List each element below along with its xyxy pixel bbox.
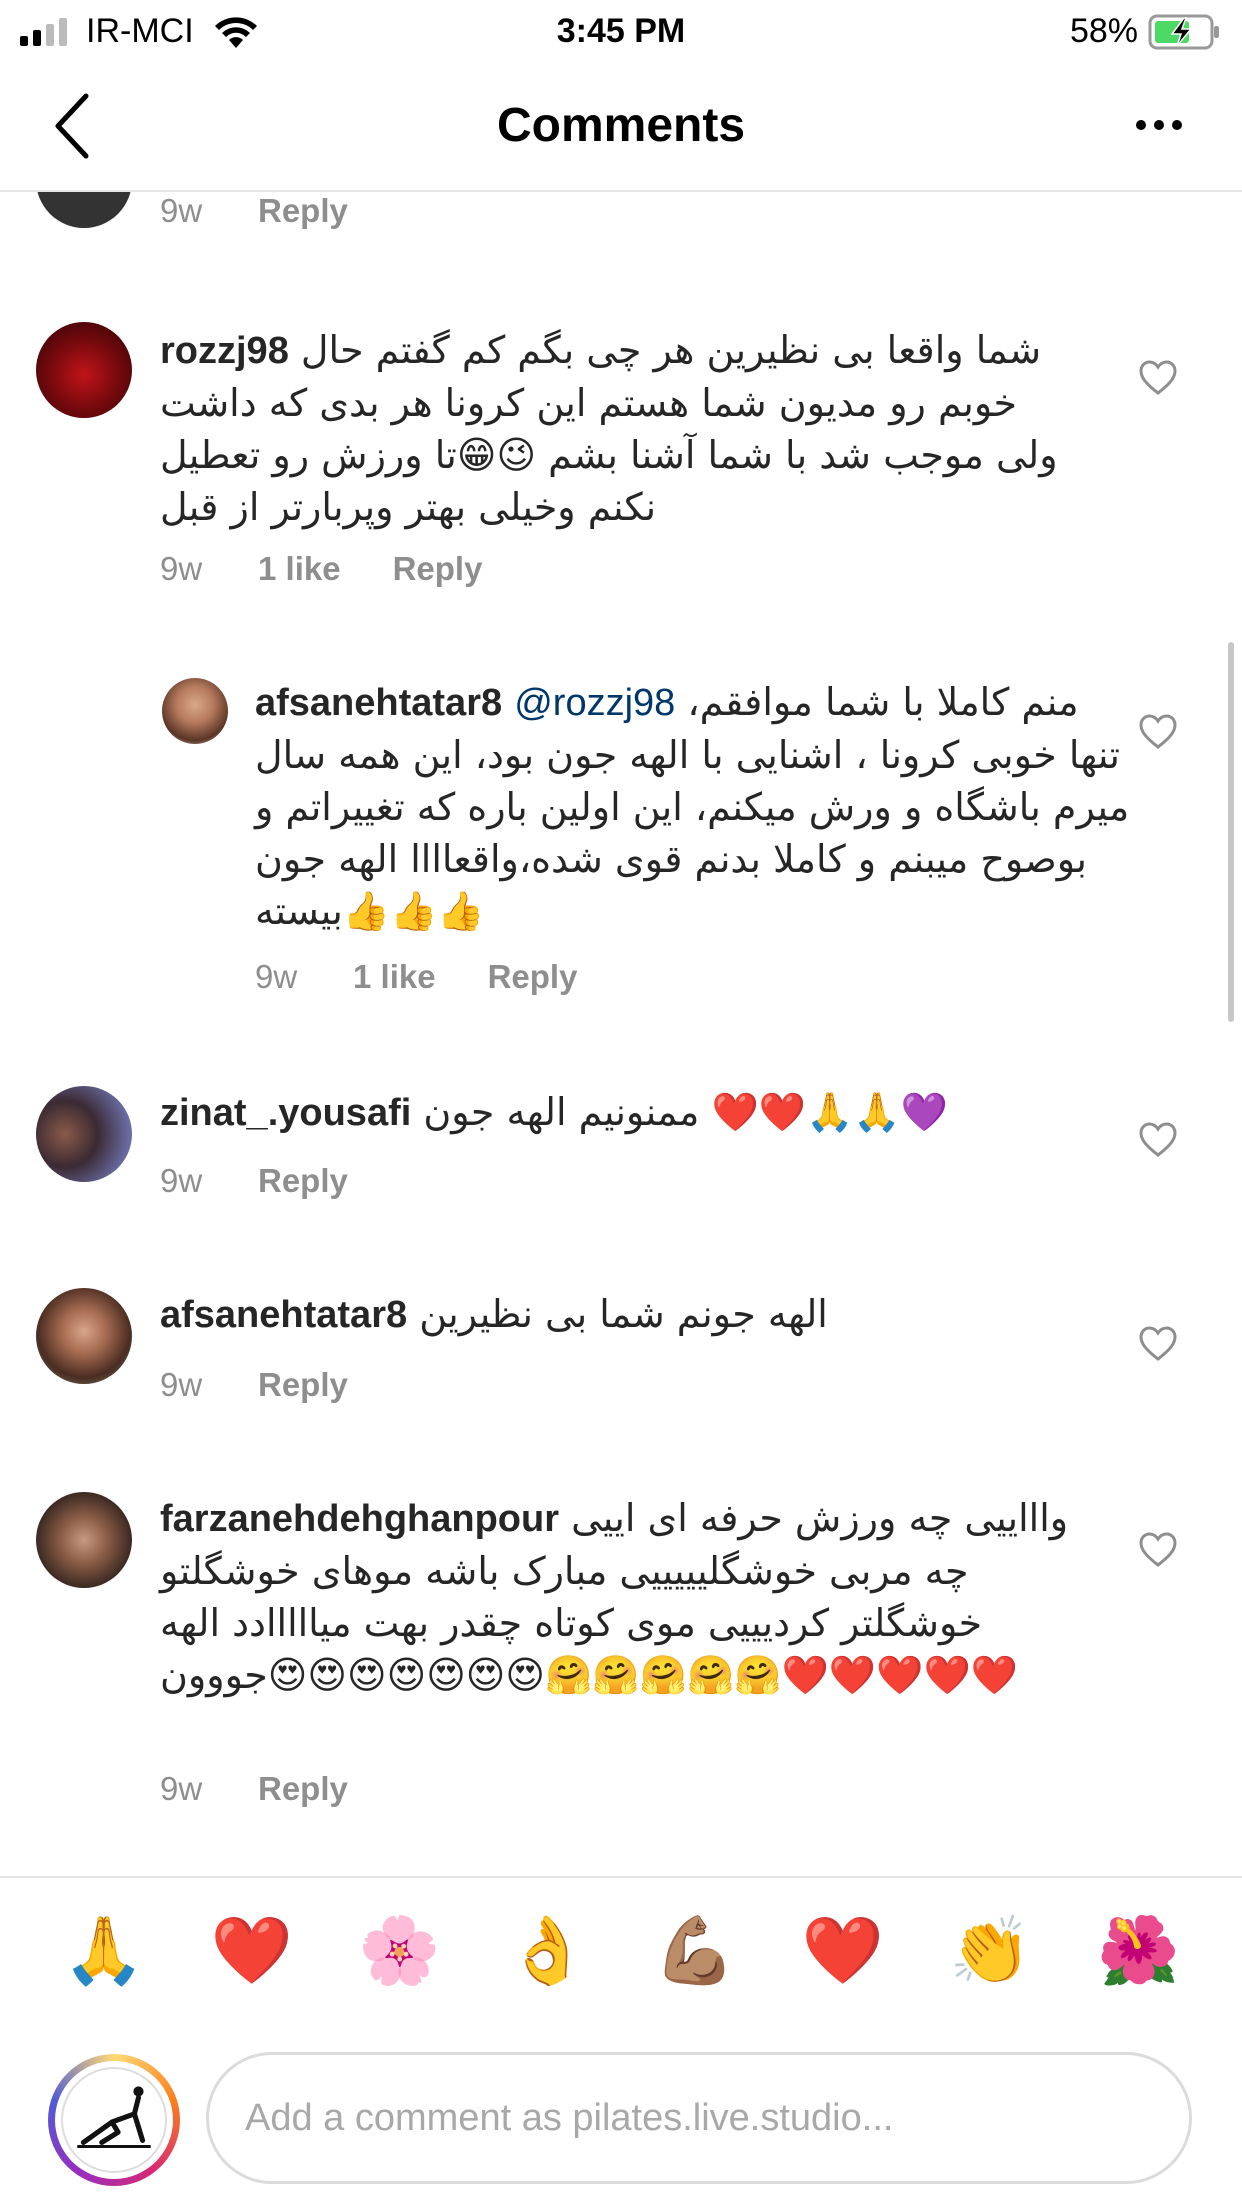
comment-meta: 9w Reply — [160, 1366, 348, 1404]
avatar[interactable] — [36, 322, 132, 418]
comment-username[interactable]: afsanehtatar8 — [160, 1294, 407, 1336]
pilates-figure-icon — [77, 2086, 151, 2149]
comment-text: zinat_.yousafi ممنونیم الهه جون ❤️❤️🙏🙏💜 — [160, 1086, 1080, 1139]
comment-age: 9w — [160, 1770, 203, 1807]
comment-text: afsanehtatar8 الهه جونم شما بی نظیرین — [160, 1288, 1080, 1341]
emoji-ok-hand-button[interactable]: 👌 — [506, 1911, 588, 1991]
emoji-blossom-button[interactable]: 🌸 — [358, 1911, 440, 1991]
battery-charging-icon — [1148, 14, 1219, 50]
more-options-icon[interactable] — [1136, 120, 1182, 130]
mention-link[interactable]: @rozzj98 — [514, 682, 675, 724]
emoji-pray-button[interactable]: 🙏 — [63, 1911, 145, 1991]
comment-body: ممنونیم الهه جون ❤️❤️🙏🙏💜 — [423, 1090, 949, 1134]
comment-age: 9w — [160, 1366, 203, 1403]
comment-age: 9w — [255, 958, 298, 995]
page-title: Comments — [496, 99, 746, 152]
comment-meta: 9w Reply — [160, 1162, 348, 1200]
heart-icon[interactable] — [1139, 360, 1177, 396]
comment-text: afsanehtatar8 @rozzj98 منم کاملا با شما … — [255, 676, 1135, 937]
quick-emoji-bar: 🙏 ❤️ 🌸 👌 💪🏽 ❤️ 👏 🌺 — [0, 1876, 1242, 2024]
reply-button[interactable]: Reply — [393, 550, 483, 588]
add-comment-input[interactable] — [206, 2052, 1192, 2184]
heart-icon[interactable] — [1139, 1326, 1177, 1362]
comment-meta: 9w 1 like Reply — [255, 958, 577, 996]
comment-username[interactable]: zinat_.yousafi — [160, 1092, 411, 1134]
battery-percentage: 58% — [1069, 12, 1138, 50]
comment-meta: 9w Reply — [160, 192, 348, 230]
reply-button[interactable]: Reply — [258, 1770, 348, 1808]
reply-button[interactable]: Reply — [258, 1162, 348, 1200]
emoji-heart-button[interactable]: ❤️ — [211, 1911, 293, 1991]
scrollbar[interactable] — [1228, 642, 1234, 1022]
reply-button[interactable]: Reply — [258, 1366, 348, 1404]
comment-age: 9w — [160, 550, 203, 587]
heart-icon[interactable] — [1139, 1532, 1177, 1568]
avatar[interactable] — [36, 1288, 132, 1384]
comment-composer — [0, 2024, 1242, 2208]
comment-text: farzanehdehghanpour واااییی چه ورزش حرفه… — [160, 1492, 1080, 1701]
emoji-clapping-button[interactable]: 👏 — [949, 1911, 1031, 1991]
like-count[interactable]: 1 like — [258, 550, 341, 588]
avatar[interactable] — [36, 1492, 132, 1588]
comment-text: rozzj98 شما واقعا بی نظیرین هر چی بگم کم… — [160, 324, 1080, 533]
current-user-avatar[interactable] — [48, 2054, 180, 2186]
comment-username[interactable]: afsanehtatar8 — [255, 682, 502, 724]
emoji-flexed-biceps-button[interactable]: 💪🏽 — [654, 1911, 736, 1991]
reply-button[interactable]: Reply — [258, 192, 348, 230]
status-bar: IR-MCI 3:45 PM 58% — [0, 0, 1242, 64]
avatar[interactable] — [162, 678, 228, 744]
avatar[interactable] — [36, 1086, 132, 1182]
comment-meta: 9w Reply — [160, 1770, 348, 1808]
comment-meta: 9w 1 like Reply — [160, 550, 482, 588]
clock: 3:45 PM — [556, 12, 686, 50]
emoji-heart-button[interactable]: ❤️ — [802, 1911, 884, 1991]
comments-list[interactable]: 9w Reply rozzj98 شما واقعا بی نظیرین هر … — [0, 192, 1242, 1876]
comments-header: Comments — [0, 64, 1242, 192]
avatar[interactable] — [36, 192, 132, 228]
comment-age: 9w — [160, 1162, 203, 1199]
comment-age: 9w — [160, 192, 203, 229]
comment-body: شما واقعا بی نظیرین هر چی بگم کم گفتم حا… — [160, 328, 1058, 529]
comment-username[interactable]: farzanehdehghanpour — [160, 1498, 559, 1540]
emoji-hibiscus-button[interactable]: 🌺 — [1097, 1911, 1179, 1991]
comment-body: الهه جونم شما بی نظیرین — [419, 1292, 828, 1336]
reply-button[interactable]: Reply — [488, 958, 578, 996]
heart-icon[interactable] — [1139, 714, 1177, 750]
heart-icon[interactable] — [1139, 1122, 1177, 1158]
like-count[interactable]: 1 like — [353, 958, 436, 996]
comment-username[interactable]: rozzj98 — [160, 330, 289, 372]
